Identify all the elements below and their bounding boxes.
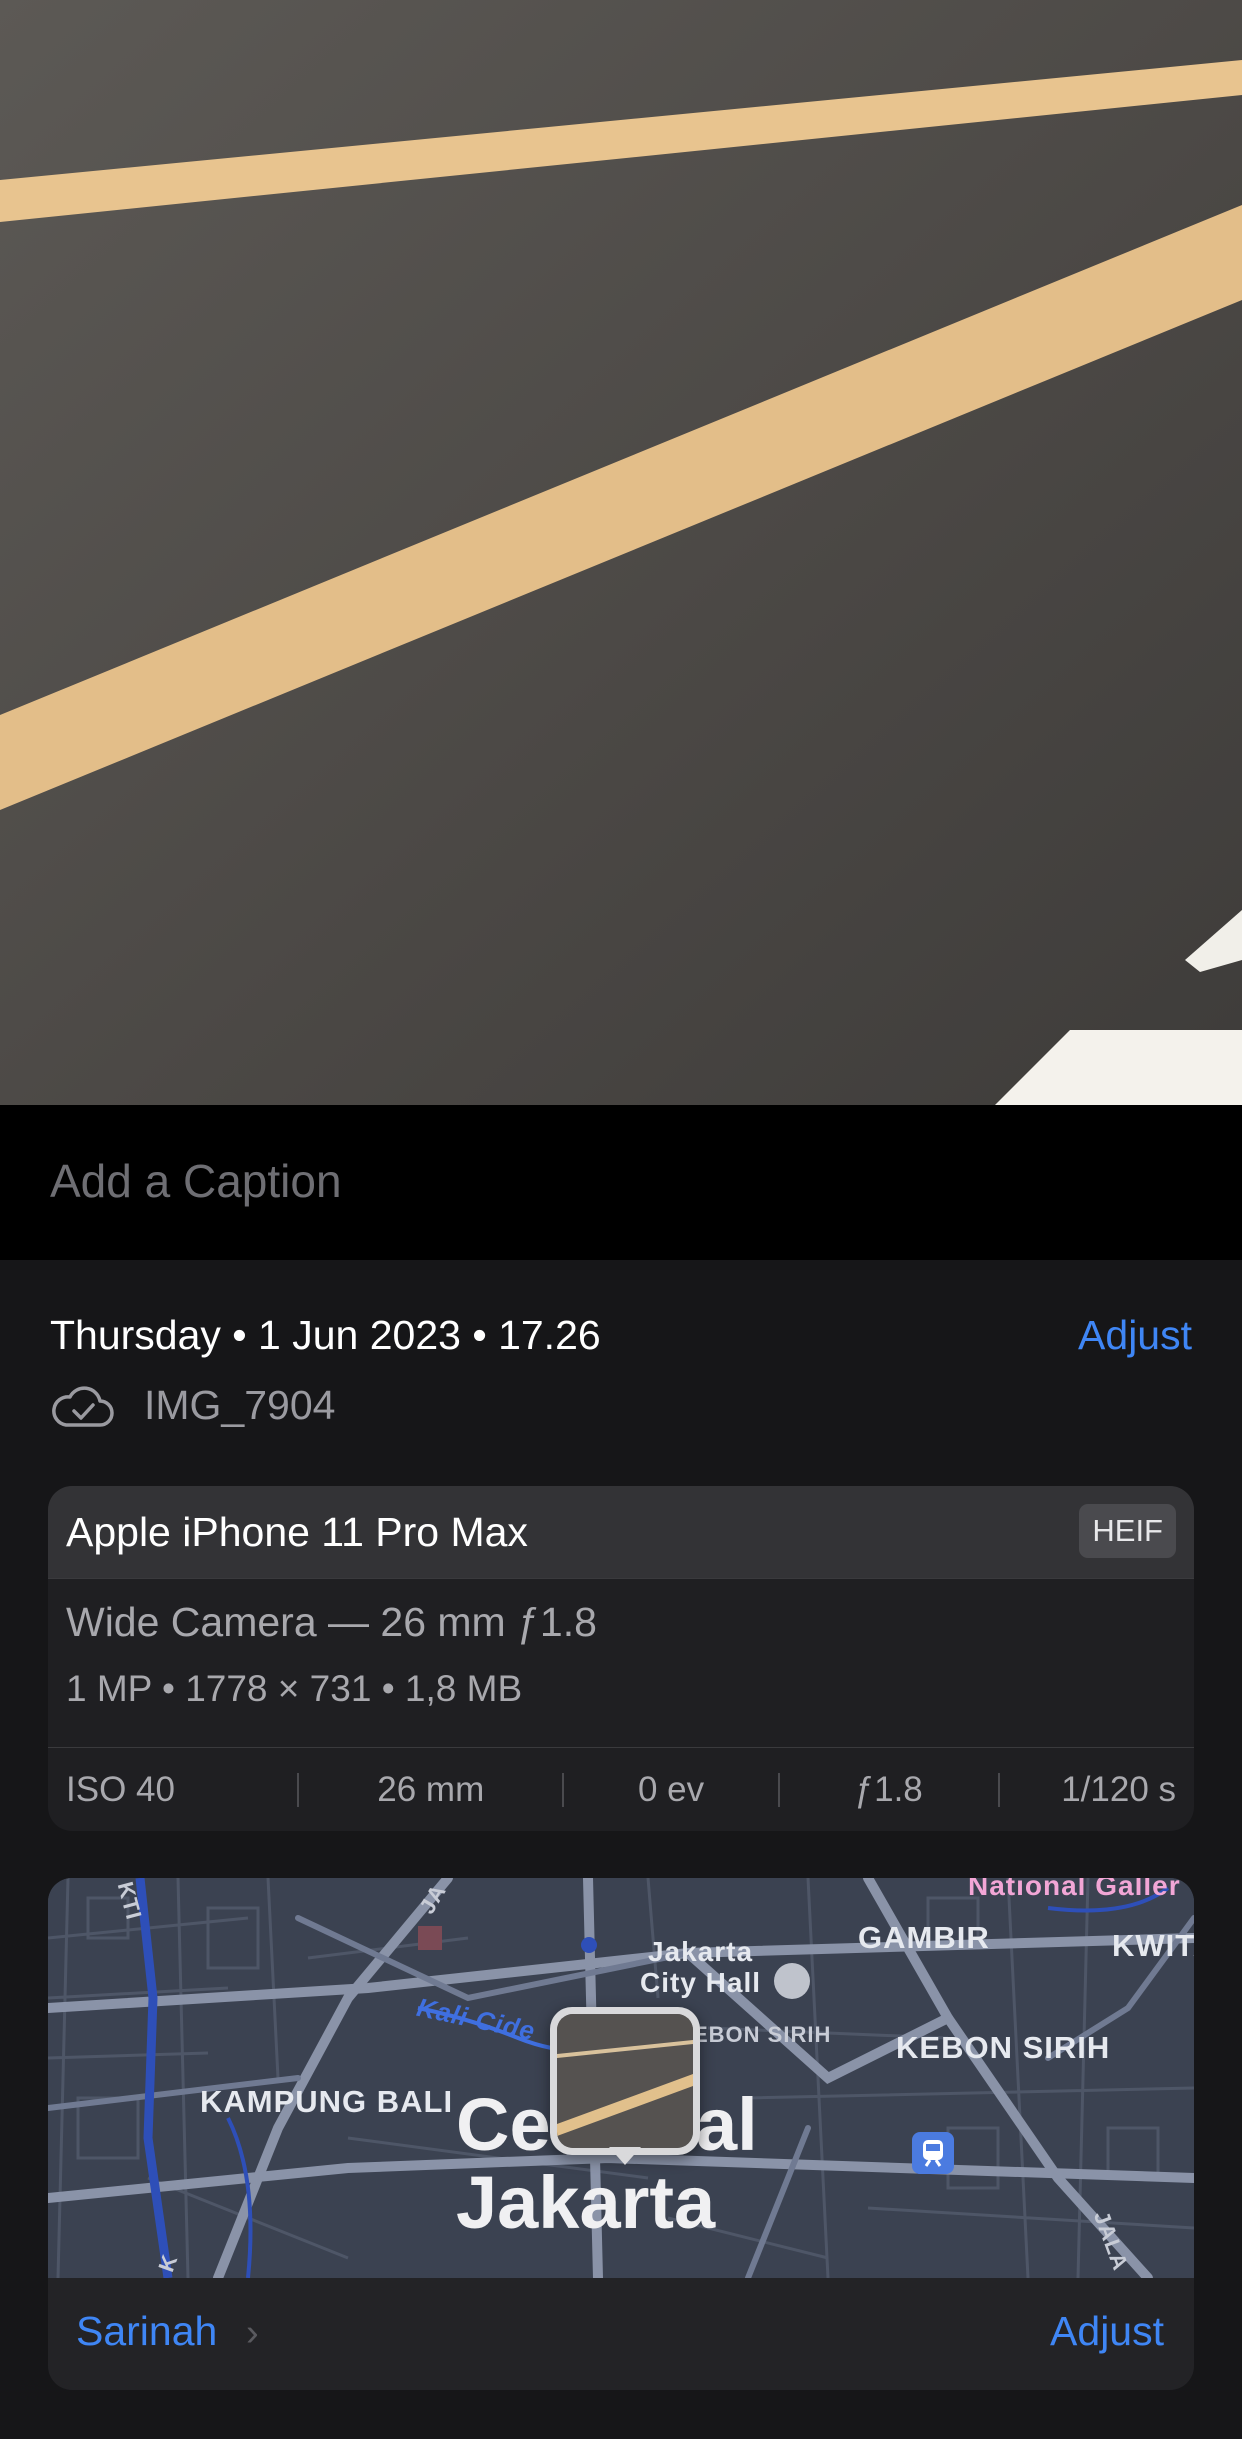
format-badge: HEIF xyxy=(1079,1504,1176,1558)
map-label-kampung-bali: KAMPUNG BALI xyxy=(200,2084,454,2119)
image-specs: 1 MP • 1778 × 731 • 1,8 MB xyxy=(66,1668,523,1709)
map-label-national-gallery: National Galler xyxy=(968,1878,1181,1901)
caption-bar xyxy=(0,1105,1242,1260)
exif-shutter-speed: 1/120 s xyxy=(1061,1770,1177,1809)
exif-focal-length: 26 mm xyxy=(377,1770,485,1809)
photo-view[interactable] xyxy=(0,0,1242,1105)
place-name-link[interactable]: Sarinah xyxy=(76,2308,217,2355)
adjust-location-button[interactable]: Adjust xyxy=(1050,2308,1164,2355)
train-station-icon xyxy=(912,2132,954,2174)
lens-info: Wide Camera — 26 mm ƒ1.8 xyxy=(66,1599,597,1645)
map-label-kwitang: KWITA xyxy=(1112,1928,1194,1963)
exif-exposure-value: 0 ev xyxy=(637,1770,705,1809)
exif-iso: ISO 40 xyxy=(66,1770,175,1809)
camera-card-body: Wide Camera — 26 mm ƒ1.8 1 MP • 1778 × 7… xyxy=(48,1578,1194,1747)
photo-image xyxy=(0,0,1242,1105)
map-label-city-hall: Jakarta City Hall xyxy=(640,1936,762,1998)
photo-thumbnail xyxy=(557,2014,693,2148)
photo-location-pin[interactable] xyxy=(550,2007,700,2165)
map-label-kebon-sirih-street: EBON SIRIH xyxy=(693,2022,832,2047)
location-card: National Galler GAMBIR KWITA Jakarta Cit… xyxy=(48,1878,1194,2390)
cloud-check-icon xyxy=(52,1385,114,1427)
exif-aperture: ƒ1.8 xyxy=(854,1770,923,1809)
camera-info-card: Apple iPhone 11 Pro Max HEIF Wide Camera… xyxy=(48,1486,1194,1831)
device-name: Apple iPhone 11 Pro Max xyxy=(66,1509,528,1555)
info-panel: Thursday • 1 Jun 2023 • 17.26 Adjust IMG… xyxy=(0,1260,1242,2439)
map-label-central-end: al xyxy=(696,2083,758,2166)
caption-input[interactable] xyxy=(50,1149,1150,1213)
filename: IMG_7904 xyxy=(144,1382,336,1428)
map-label-jakarta: Jakarta xyxy=(456,2161,716,2244)
location-map[interactable]: National Galler GAMBIR KWITA Jakarta Cit… xyxy=(48,1878,1194,2278)
exif-row: ISO 40 26 mm 0 ev ƒ1.8 1/120 s xyxy=(48,1747,1194,1831)
camera-card-header: Apple iPhone 11 Pro Max HEIF xyxy=(48,1486,1194,1578)
map-label-central: Ce xyxy=(456,2083,551,2166)
map-label-kebon-sirih: KEBON SIRIH xyxy=(896,2030,1111,2065)
chevron-right-icon: › xyxy=(246,2312,259,2354)
adjust-datetime-button[interactable]: Adjust xyxy=(1078,1312,1192,1359)
city-hall-icon xyxy=(774,1963,810,1999)
pin-tip xyxy=(609,2147,641,2165)
location-footer: Sarinah › Adjust xyxy=(48,2278,1194,2390)
file-row: IMG_7904 xyxy=(50,1382,335,1429)
capture-datetime: Thursday • 1 Jun 2023 • 17.26 xyxy=(50,1312,601,1358)
map-label-gambir: GAMBIR xyxy=(858,1920,990,1955)
